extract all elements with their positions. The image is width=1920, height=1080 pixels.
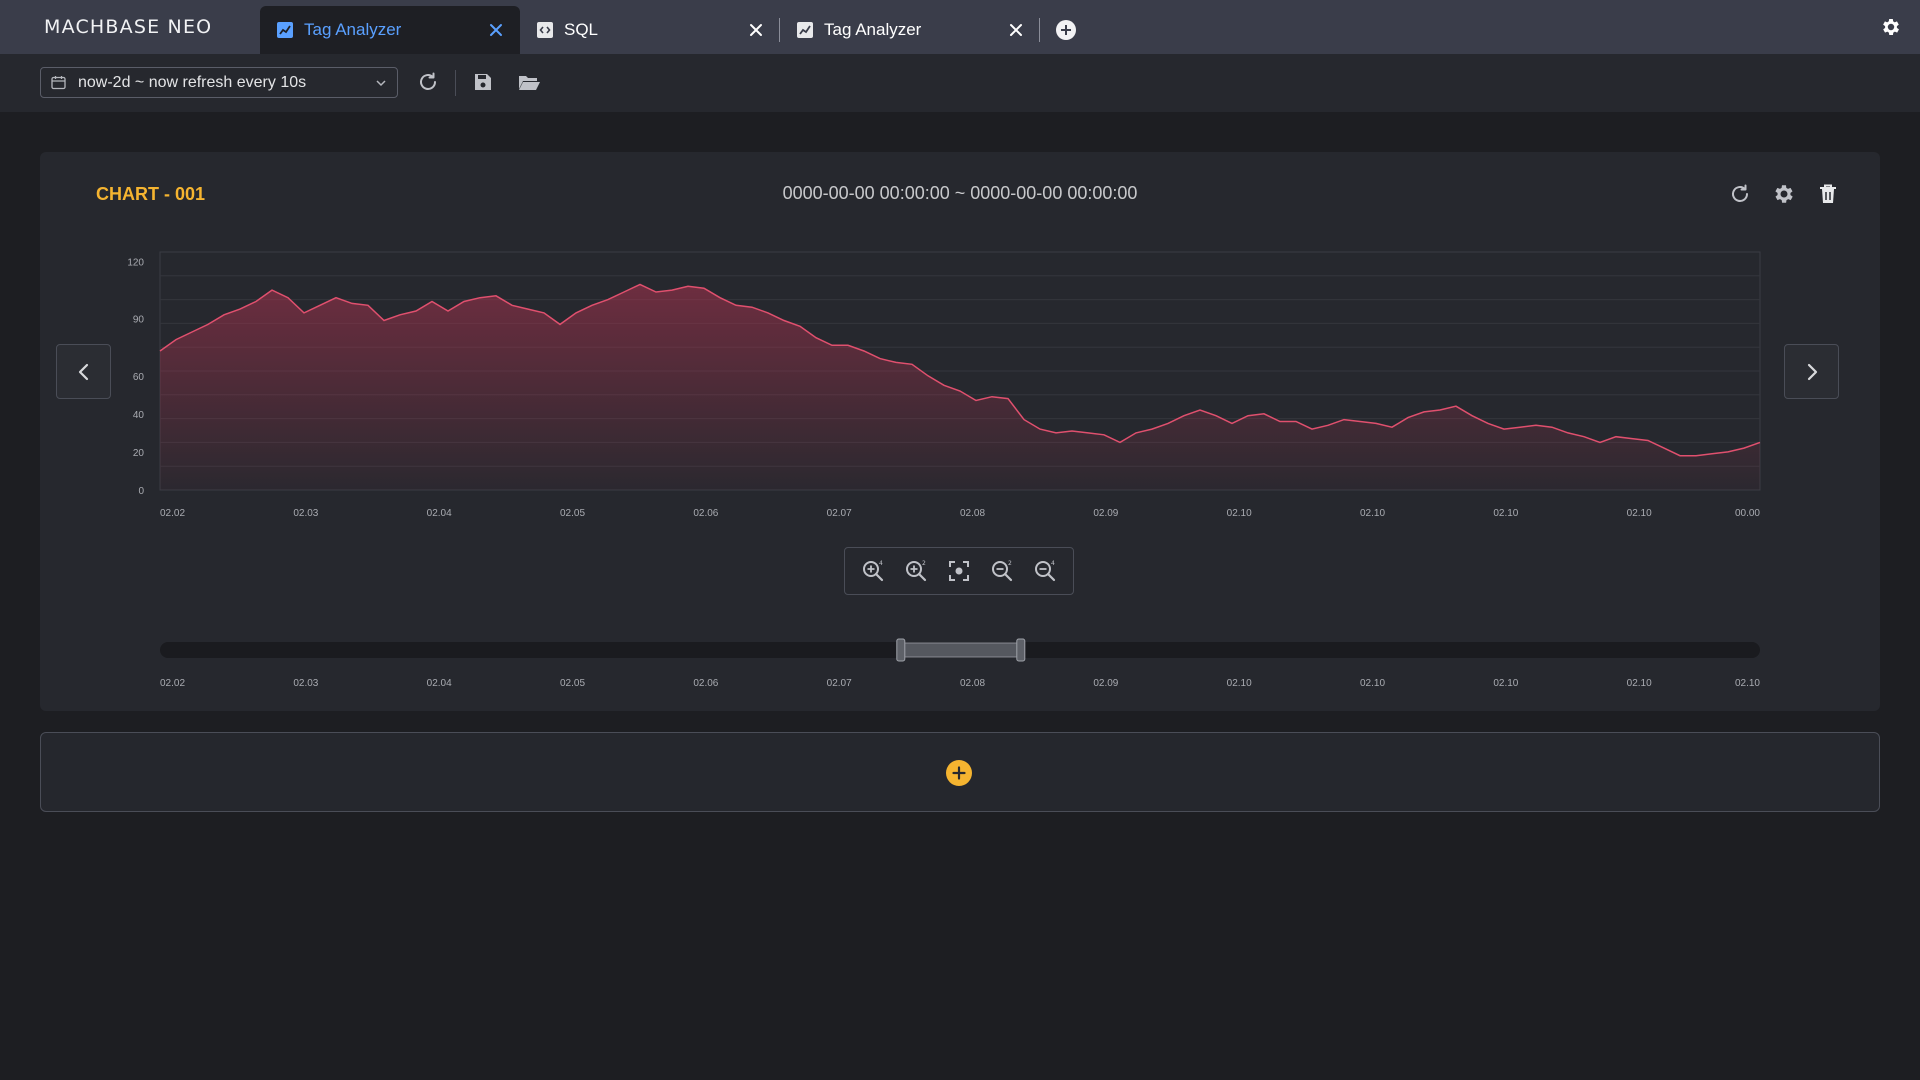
- close-icon[interactable]: [1006, 20, 1026, 40]
- svg-text:4: 4: [879, 560, 883, 567]
- navigator-tick-label: 02.10: [1627, 678, 1652, 689]
- chart-line-icon: [277, 22, 293, 38]
- y-tick-label: 40: [133, 410, 145, 421]
- zoom-in-2x-button[interactable]: 2: [902, 557, 930, 585]
- gear-icon[interactable]: [1772, 182, 1796, 206]
- chart-title: CHART - 001: [96, 184, 206, 204]
- navigator-tick-label: 02.08: [960, 678, 985, 689]
- svg-text:2: 2: [1008, 560, 1012, 567]
- trash-icon[interactable]: [1816, 182, 1840, 206]
- x-tick-label: 02.10: [1627, 508, 1652, 519]
- zoom-in-4x-button[interactable]: 4: [859, 557, 887, 585]
- navigator-tick-label: 02.03: [293, 678, 318, 689]
- x-tick-label: 02.10: [1227, 508, 1252, 519]
- y-tick-label: 60: [133, 372, 145, 383]
- y-tick-label: 0: [138, 486, 144, 497]
- add-chart-panel: [40, 732, 1880, 812]
- x-tick-label: 02.05: [560, 508, 585, 519]
- refresh-icon[interactable]: [1728, 182, 1752, 206]
- time-range-select[interactable]: now-2d ~ now refresh every 10s: [40, 67, 398, 98]
- chart-line-icon: [797, 22, 813, 38]
- close-icon[interactable]: [486, 20, 506, 40]
- navigator-tick-label: 02.10: [1227, 678, 1252, 689]
- refresh-icon[interactable]: [416, 70, 440, 94]
- save-icon[interactable]: [471, 70, 495, 94]
- folder-open-icon[interactable]: [517, 70, 541, 94]
- chart-panel: CHART - 001 0000-00-00 00:00:00 ~ 0000-0…: [40, 152, 1880, 711]
- zoom-in-2x-icon: 2: [905, 560, 926, 582]
- time-range-label: now-2d ~ now refresh every 10s: [78, 73, 307, 91]
- focus-button[interactable]: [945, 557, 973, 585]
- navigator-tick-label: 02.06: [693, 678, 718, 689]
- navigator-tick-label: 02.07: [827, 678, 852, 689]
- svg-text:2: 2: [922, 560, 926, 567]
- navigator-tick-label: 02.04: [427, 678, 452, 689]
- zoom-out-2x-button[interactable]: 2: [988, 557, 1016, 585]
- add-chart-button[interactable]: [946, 760, 972, 786]
- sql-icon: [537, 22, 553, 38]
- add-tab-icon[interactable]: [1055, 19, 1077, 41]
- chevron-down-icon: [376, 80, 386, 87]
- gear-icon[interactable]: [1880, 16, 1902, 38]
- navigator-tick-label: 02.10: [1360, 678, 1385, 689]
- tab-divider: [1039, 18, 1040, 42]
- close-icon[interactable]: [746, 20, 766, 40]
- x-tick-label: 02.10: [1360, 508, 1385, 519]
- chart-time-range: 0000-00-00 00:00:00 ~ 0000-00-00 00:00:0…: [782, 183, 1138, 203]
- x-tick-label: 02.06: [693, 508, 718, 519]
- calendar-icon: [51, 76, 66, 90]
- y-tick-label: 20: [133, 448, 145, 459]
- zoom-in-4x-icon: 4: [862, 560, 883, 582]
- zoom-out-4x-button[interactable]: 4: [1031, 557, 1059, 585]
- x-tick-label: 02.03: [293, 508, 318, 519]
- tab-sql[interactable]: SQL: [520, 6, 780, 54]
- x-tick-label: 00.00: [1735, 508, 1760, 519]
- tab-label: SQL: [564, 20, 599, 39]
- zoom-controls: 4 2 2 4: [844, 547, 1074, 595]
- toolbar-divider: [455, 70, 456, 96]
- tab-tag-analyzer-2[interactable]: Tag Analyzer: [780, 6, 1040, 54]
- toolbar: now-2d ~ now refresh every 10s: [0, 54, 1920, 112]
- app-logo: MACHBASE NEO: [44, 16, 213, 38]
- navigator-tick-label: 02.09: [1093, 678, 1118, 689]
- x-tick-label: 02.07: [827, 508, 852, 519]
- navigator-tick-label: 02.05: [560, 678, 585, 689]
- navigator-tick-label: 02.10: [1735, 678, 1760, 689]
- svg-text:4: 4: [1051, 560, 1055, 567]
- navigator-tick-label: 02.10: [1493, 678, 1518, 689]
- zoom-out-4x-icon: 4: [1035, 560, 1056, 582]
- zoom-out-2x-icon: 2: [992, 560, 1013, 582]
- navigator-handle-right[interactable]: [1016, 638, 1026, 662]
- x-tick-label: 02.09: [1093, 508, 1118, 519]
- tab-tag-analyzer-1[interactable]: Tag Analyzer: [260, 6, 520, 54]
- navigator-selection[interactable]: [900, 642, 1022, 658]
- focus-icon: [948, 561, 969, 581]
- navigator-tick-label: 02.02: [160, 678, 185, 689]
- tab-bar: MACHBASE NEO Tag Analyzer SQL Tag Analyz…: [0, 0, 1920, 54]
- time-navigator[interactable]: 02.02 02.03 02.04 02.05 02.06 02.07 02.08 02.09…: [40, 630, 1880, 710]
- tab-label: Tag Analyzer: [824, 20, 922, 39]
- tab-label: Tag Analyzer: [304, 20, 402, 39]
- x-tick-label: 02.04: [427, 508, 452, 519]
- x-tick-label: 02.02: [160, 508, 185, 519]
- y-tick-label: 90: [133, 315, 145, 326]
- y-tick-label: 120: [127, 258, 144, 269]
- plus-icon: [952, 766, 966, 780]
- x-tick-label: 02.10: [1493, 508, 1518, 519]
- x-tick-label: 02.08: [960, 508, 985, 519]
- navigator-handle-left[interactable]: [896, 638, 906, 662]
